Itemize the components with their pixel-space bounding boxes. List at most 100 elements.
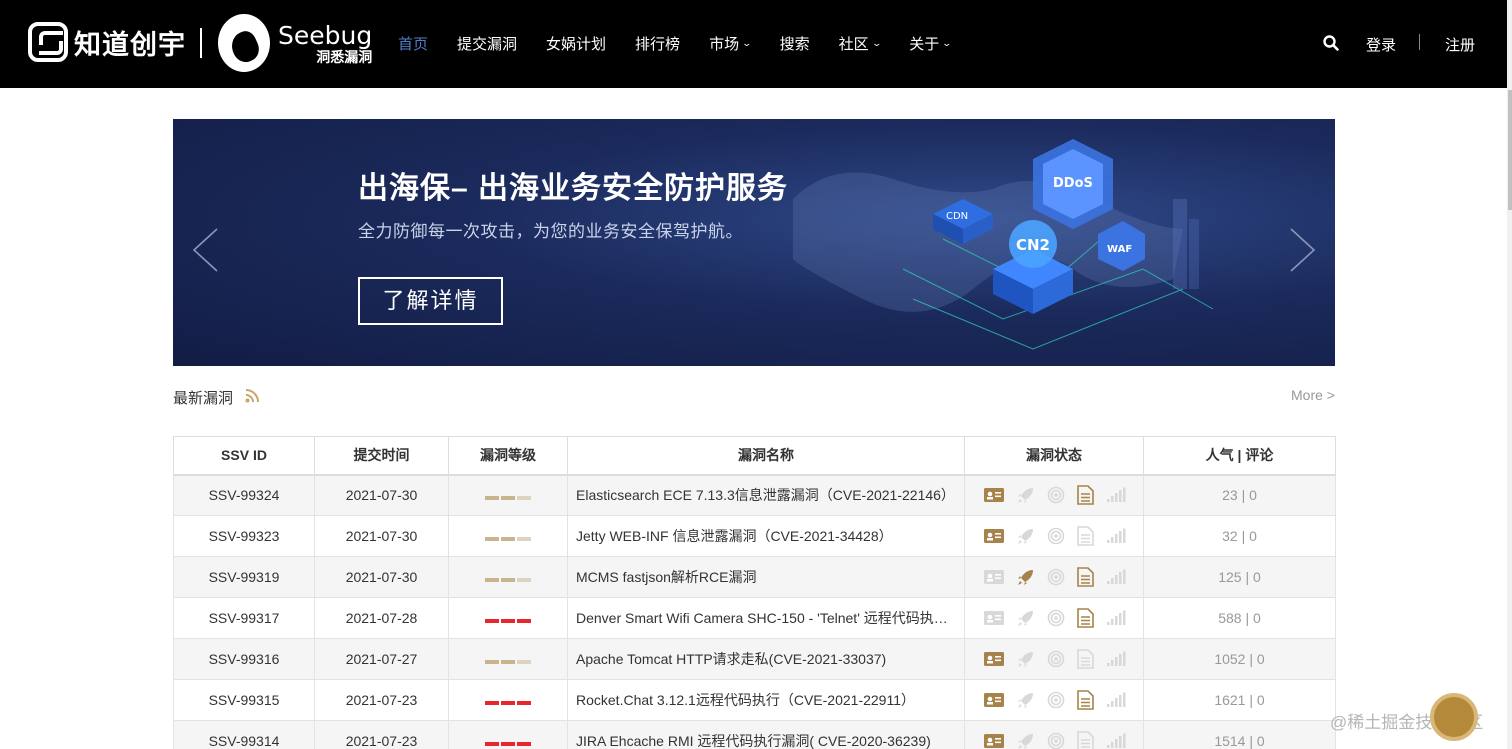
status-cell	[964, 597, 1144, 639]
vuln-detail-icon[interactable]	[983, 528, 1005, 544]
chevron-right-icon[interactable]	[1289, 227, 1317, 273]
target-icon[interactable]	[1047, 650, 1065, 668]
signal-bars-icon[interactable]	[1106, 487, 1126, 503]
exploit-rocket-icon[interactable]	[1017, 650, 1035, 668]
ssv-id-cell: SSV-99317	[173, 597, 315, 639]
severity-bar-icon	[485, 496, 531, 501]
signal-bars-icon[interactable]	[1106, 569, 1126, 585]
nav-item-2[interactable]: 女娲计划	[546, 33, 606, 54]
column-header-popularity: 人气 | 评论	[1143, 436, 1336, 476]
document-icon[interactable]	[1076, 689, 1094, 710]
document-icon[interactable]	[1076, 648, 1094, 669]
table-row[interactable]: SSV-99319 2021-07-30 MCMS fastjson解析RCE漏洞 1…	[173, 556, 1336, 598]
rss-icon[interactable]	[245, 389, 259, 403]
severity-bar-icon	[485, 701, 531, 705]
promo-banner[interactable]: 出海保– 出海业务安全防护服务 全力防御每一次攻击，为您的业务安全保驾护航。 了…	[173, 119, 1335, 366]
target-icon[interactable]	[1047, 568, 1065, 586]
target-icon[interactable]	[1047, 691, 1065, 709]
exploit-rocket-icon[interactable]	[1017, 691, 1035, 709]
chevron-left-icon[interactable]	[191, 227, 219, 273]
login-link[interactable]: 登录	[1366, 34, 1396, 55]
ddos-badge: DDoS	[1053, 176, 1093, 191]
vuln-detail-icon[interactable]	[983, 733, 1005, 749]
vuln-detail-icon[interactable]	[983, 569, 1005, 585]
column-header-date: 提交时间	[314, 436, 449, 476]
vuln-detail-icon[interactable]	[983, 610, 1005, 626]
status-cell	[964, 679, 1144, 721]
document-icon[interactable]	[1076, 730, 1094, 749]
exploit-rocket-icon[interactable]	[1017, 568, 1035, 586]
ssv-id-cell: SSV-99316	[173, 638, 315, 680]
table-row[interactable]: SSV-99315 2021-07-23 Rocket.Chat 3.12.1远程代…	[173, 679, 1336, 721]
table-row[interactable]: SSV-99316 2021-07-27 Apache Tomcat HTTP请求走…	[173, 638, 1336, 680]
nav-item-6[interactable]: 社区 ⌄	[838, 33, 882, 54]
cdn-badge: CDN	[946, 211, 968, 222]
date-cell: 2021-07-30	[314, 556, 449, 598]
level-cell	[448, 720, 568, 749]
vuln-name-cell[interactable]: Denver Smart Wifi Camera SHC-150 - 'Teln…	[567, 597, 965, 639]
target-icon[interactable]	[1047, 527, 1065, 545]
severity-bar-icon	[485, 660, 531, 664]
target-icon[interactable]	[1047, 486, 1065, 504]
scrollbar-thumb[interactable]	[1508, 90, 1512, 210]
knownsec-logo[interactable]: 知道创宇	[28, 22, 186, 62]
exploit-rocket-icon[interactable]	[1017, 732, 1035, 749]
nav-item-label: 搜索	[779, 36, 810, 53]
vuln-name-cell[interactable]: Apache Tomcat HTTP请求走私(CVE-2021-33037)	[567, 638, 965, 680]
nav-item-label: 社区	[838, 36, 869, 53]
floating-action-button[interactable]	[1430, 693, 1478, 741]
signal-bars-icon[interactable]	[1106, 610, 1126, 626]
target-icon[interactable]	[1047, 609, 1065, 627]
banner-title: 出海保– 出海业务安全防护服务	[358, 172, 789, 205]
signal-bars-icon[interactable]	[1106, 733, 1126, 749]
more-link[interactable]: More >	[1291, 387, 1335, 403]
target-icon[interactable]	[1047, 732, 1065, 749]
level-cell	[448, 597, 568, 639]
section-title: 最新漏洞	[173, 390, 234, 407]
signal-bars-icon[interactable]	[1106, 692, 1126, 708]
vuln-name-cell[interactable]: JIRA Ehcache RMI 远程代码执行漏洞( CVE-2020-3623…	[567, 720, 965, 749]
nav-item-7[interactable]: 关于 ⌄	[909, 33, 952, 54]
search-icon[interactable]	[1323, 35, 1339, 51]
exploit-rocket-icon[interactable]	[1017, 527, 1035, 545]
vuln-name-cell[interactable]: MCMS fastjson解析RCE漏洞	[567, 556, 965, 598]
table-row[interactable]: SSV-99323 2021-07-30 Jetty WEB-INF 信息泄露漏洞（…	[173, 515, 1336, 557]
signal-bars-icon[interactable]	[1106, 651, 1126, 667]
vuln-detail-icon[interactable]	[983, 487, 1005, 503]
table-row[interactable]: SSV-99314 2021-07-23 JIRA Ehcache RMI 远程代码…	[173, 720, 1336, 749]
nav-item-1[interactable]: 提交漏洞	[457, 33, 517, 54]
learn-more-button[interactable]: 了解详情	[358, 277, 503, 325]
document-icon[interactable]	[1076, 607, 1094, 628]
status-cell	[964, 638, 1144, 680]
vuln-name-cell[interactable]: Elasticsearch ECE 7.13.3信息泄露漏洞（CVE-2021-…	[567, 474, 965, 516]
vuln-detail-icon[interactable]	[983, 651, 1005, 667]
popularity-cell: 1621 | 0	[1143, 679, 1336, 721]
cn2-badge: CN2	[1016, 236, 1050, 254]
nav-item-0[interactable]: 首页	[398, 33, 428, 54]
popularity-cell: 32 | 0	[1143, 515, 1336, 557]
document-icon[interactable]	[1076, 566, 1094, 587]
header-divider	[1419, 34, 1420, 50]
nav-item-3[interactable]: 排行榜	[635, 33, 680, 54]
exploit-rocket-icon[interactable]	[1017, 486, 1035, 504]
nav-item-4[interactable]: 市场 ⌄	[709, 33, 752, 54]
nav-item-5[interactable]: 搜索	[780, 33, 810, 54]
table-row[interactable]: SSV-99324 2021-07-30 Elasticsearch ECE 7.1…	[173, 474, 1336, 516]
seebug-title: Seebug	[278, 20, 373, 50]
exploit-rocket-icon[interactable]	[1017, 609, 1035, 627]
table-row[interactable]: SSV-99317 2021-07-28 Denver Smart Wifi Cam…	[173, 597, 1336, 639]
register-link[interactable]: 注册	[1445, 34, 1475, 55]
document-icon[interactable]	[1076, 484, 1094, 505]
vuln-name-cell[interactable]: Rocket.Chat 3.12.1远程代码执行（CVE-2021-22911）	[567, 679, 965, 721]
severity-bar-icon	[485, 619, 531, 623]
chevron-down-icon: ⌄	[871, 38, 882, 48]
security-illustration: DDoS CDN CN2 WAF	[902, 139, 1214, 350]
vuln-detail-icon[interactable]	[983, 692, 1005, 708]
main-nav: 首页 提交漏洞 女娲计划 排行榜 市场 ⌄ 搜索 社区 ⌄ 关于 ⌄	[398, 33, 980, 54]
vuln-name-cell[interactable]: Jetty WEB-INF 信息泄露漏洞（CVE-2021-34428）	[567, 515, 965, 557]
nav-item-label: 女娲计划	[546, 36, 607, 53]
seebug-logo[interactable]: Seebug 洞悉漏洞	[218, 14, 372, 72]
popularity-cell: 588 | 0	[1143, 597, 1336, 639]
signal-bars-icon[interactable]	[1106, 528, 1126, 544]
document-icon[interactable]	[1076, 525, 1094, 546]
